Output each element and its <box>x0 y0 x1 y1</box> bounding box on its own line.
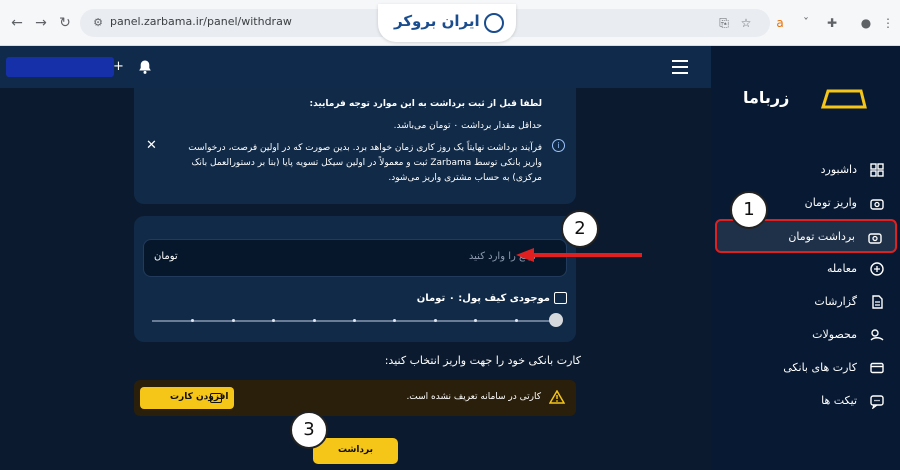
sidebar-item-label: داشبورد <box>820 163 857 176</box>
amount-unit: تومان <box>154 251 178 262</box>
slider-tick <box>514 319 518 322</box>
user-account-block[interactable] <box>6 57 114 77</box>
brand-logo-icon <box>821 89 867 109</box>
sidebar-item-label: کارت های بانکی <box>783 361 857 374</box>
slider-tick <box>393 319 397 322</box>
info-process-line-1: فرآیند برداشت نهایتاً یک روز کاری زمان خ… <box>188 143 542 153</box>
sidebar-item-products[interactable]: محصولات <box>715 319 897 351</box>
sidebar-item-bank-cards[interactable]: کارت های بانکی <box>715 352 897 384</box>
profile-icon[interactable]: ● <box>858 15 874 31</box>
sidebar-item-reports[interactable]: گزارشات <box>715 286 897 318</box>
sidebar-item-dashboard[interactable]: داشبورد <box>715 154 897 186</box>
main-content: لطفا قبل از ثبت برداشت به این موارد توجه… <box>0 88 711 470</box>
url-text[interactable]: panel.zarbama.ir/panel/withdraw <box>110 15 292 28</box>
sidebar-item-label: تیکت ها <box>821 394 857 407</box>
logo-mark-icon <box>484 13 504 33</box>
info-icon: i <box>552 139 565 152</box>
sidebar-item-label: معامله <box>827 262 857 275</box>
slider-tick <box>312 319 316 322</box>
card-icon <box>870 362 884 374</box>
extensions-icon[interactable]: ✚ <box>824 15 840 31</box>
slider-tick <box>474 319 478 322</box>
slider-tick <box>272 319 276 322</box>
ticket-icon <box>870 395 884 409</box>
back-icon[interactable]: ← <box>8 14 26 32</box>
app-header: + <box>0 46 711 88</box>
translate-icon[interactable]: ⎘ <box>716 15 732 31</box>
sidebar-item-trade[interactable]: معامله <box>715 253 897 285</box>
deposit-icon <box>870 199 884 210</box>
bank-card-empty-notice: کارتی در سامانه تعریف نشده است. افزودن ک… <box>134 380 576 416</box>
info-heading: لطفا قبل از ثبت برداشت به این موارد توجه… <box>309 99 542 109</box>
withdraw-icon <box>868 233 882 244</box>
sidebar-item-label: گزارشات <box>814 295 857 308</box>
slider-tick <box>353 319 356 322</box>
site-info-icon[interactable]: ⚙ <box>90 15 106 31</box>
browser-chrome: ← → ↻ ⚙ panel.zarbama.ir/panel/withdraw … <box>0 0 900 46</box>
report-icon <box>872 295 883 309</box>
sidebar-item-tickets[interactable]: تیکت ها <box>715 385 897 417</box>
sidebar-item-label: محصولات <box>812 328 857 341</box>
iranbroker-logo: ایران بروکر <box>378 4 516 42</box>
step-badge-3: 3 <box>290 411 328 449</box>
close-icon[interactable]: ✕ <box>146 138 157 153</box>
step-badge-2: 2 <box>561 210 599 248</box>
add-card-button[interactable]: افزودن کارت <box>140 387 234 409</box>
wallet-balance: موجودی کیف پول: ۰ تومان <box>416 293 550 304</box>
withdraw-submit-button[interactable]: برداشت <box>313 438 398 464</box>
dashboard-icon <box>870 163 884 177</box>
slider-tick <box>231 319 235 322</box>
info-process-line-3: مرکزی) به حساب مشتری واریز می‌شود. <box>388 173 542 183</box>
extension-a-icon[interactable]: a <box>772 15 788 31</box>
trade-icon <box>870 262 884 276</box>
sidebar: زرباما داشبورد واریز تومان برداشت تومان … <box>711 46 900 470</box>
slider-tick <box>191 319 195 322</box>
info-notice: لطفا قبل از ثبت برداشت به این موارد توجه… <box>134 88 576 204</box>
add-card-icon <box>210 393 222 403</box>
forward-icon[interactable]: → <box>32 14 50 32</box>
warning-icon <box>549 390 565 404</box>
amount-slider[interactable] <box>152 319 556 322</box>
slider-tick <box>433 319 437 322</box>
info-process-line-2: واریز بانکی توسط Zarbama ثبت و معمولاً د… <box>191 158 542 168</box>
extension-v-icon[interactable]: ˇ <box>798 15 814 31</box>
bell-icon[interactable] <box>137 59 153 75</box>
withdraw-amount-card: مبلغ را وارد کنید تومان موجودی کیف پول: … <box>134 216 576 342</box>
amount-input[interactable]: مبلغ را وارد کنید تومان <box>143 239 567 277</box>
browser-menu-icon[interactable]: ⋮ <box>880 15 896 31</box>
plus-icon[interactable]: + <box>113 59 124 74</box>
brand-name: زرباما <box>743 88 790 107</box>
withdraw-submit-label: برداشت <box>337 445 374 455</box>
slider-handle[interactable] <box>549 313 563 327</box>
reload-icon[interactable]: ↻ <box>56 14 74 32</box>
products-icon <box>870 329 884 341</box>
bank-card-prompt: کارت بانکی خود را جهت واریز انتخاب کنید: <box>384 354 581 367</box>
pointer-arrow-icon <box>516 248 642 262</box>
no-card-message: کارتی در سامانه تعریف نشده است. <box>406 392 541 402</box>
logo-text: ایران بروکر <box>394 12 480 30</box>
brand[interactable]: زرباما <box>711 81 900 117</box>
wallet-icon <box>554 292 567 304</box>
hamburger-menu-icon[interactable] <box>672 60 688 74</box>
sidebar-item-label: برداشت تومان <box>788 230 855 243</box>
sidebar-item-label: واریز تومان <box>804 196 857 209</box>
info-min-withdraw: حداقل مقدار برداشت ۰ تومان می‌باشد. <box>393 121 542 131</box>
step-badge-1: 1 <box>730 191 768 229</box>
star-icon[interactable]: ☆ <box>738 15 754 31</box>
